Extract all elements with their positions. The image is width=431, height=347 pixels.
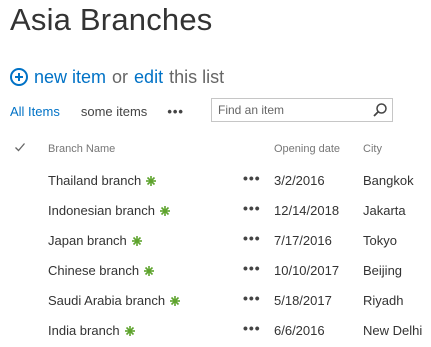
branch-name-link[interactable]: Thailand branch — [48, 173, 141, 188]
view-all-items[interactable]: All Items — [10, 104, 60, 119]
search-icon[interactable] — [372, 102, 388, 118]
branch-name-link[interactable]: Indonesian branch — [48, 203, 155, 218]
branch-name-cell: Chinese branch — [48, 263, 155, 278]
branch-name-cell: Indonesian branch — [48, 203, 170, 218]
select-all-check-icon[interactable] — [14, 141, 26, 153]
branch-name-cell: India branch — [48, 323, 135, 338]
search-box[interactable] — [211, 98, 393, 122]
opening-date-cell: 12/14/2018 — [274, 203, 340, 218]
opening-date-cell: 6/6/2016 — [274, 323, 325, 338]
city-cell: New Delhi — [363, 323, 423, 338]
column-header-opening-date[interactable]: Opening date — [274, 143, 340, 157]
city-cell: Riyadh — [363, 293, 404, 308]
list-item[interactable]: Chinese branch ••• 10/10/2017 Beijing — [0, 257, 431, 287]
item-menu-button[interactable]: ••• — [243, 260, 261, 276]
or-text: or — [112, 66, 129, 87]
opening-date-cell: 10/10/2017 — [274, 263, 340, 278]
list-item[interactable]: Thailand branch ••• 3/2/2016 Bangkok — [0, 167, 431, 197]
branch-name-link[interactable]: Japan branch — [48, 233, 127, 248]
new-item-icon — [131, 235, 142, 246]
branch-name-cell: Thailand branch — [48, 173, 157, 188]
new-item-icon — [159, 205, 170, 216]
item-menu-button[interactable]: ••• — [243, 200, 261, 216]
page-title: Asia Branches — [10, 2, 213, 37]
column-header-city[interactable]: City — [363, 143, 382, 157]
this-list-text: this list — [169, 66, 225, 87]
new-item-icon — [146, 175, 157, 186]
search-input[interactable] — [212, 99, 368, 121]
city-cell: Jakarta — [363, 203, 406, 218]
new-item-link[interactable]: new item — [34, 67, 106, 88]
item-menu-button[interactable]: ••• — [243, 170, 261, 186]
item-menu-button[interactable]: ••• — [243, 320, 261, 336]
new-item-icon — [170, 295, 181, 306]
branch-name-link[interactable]: Chinese branch — [48, 263, 139, 278]
list-item[interactable]: Indonesian branch ••• 12/14/2018 Jakarta — [0, 197, 431, 227]
opening-date-cell: 5/18/2017 — [274, 293, 332, 308]
view-some-items[interactable]: some items — [81, 104, 147, 119]
view-selector: All Items some items ••• — [10, 101, 184, 121]
list-item[interactable]: Saudi Arabia branch ••• 5/18/2017 Riyadh — [0, 287, 431, 317]
branch-name-link[interactable]: India branch — [48, 323, 120, 338]
city-cell: Beijing — [363, 263, 403, 278]
add-circle-icon[interactable] — [10, 68, 28, 86]
new-item-icon — [144, 265, 155, 276]
city-cell: Tokyo — [363, 233, 397, 248]
city-cell: Bangkok — [363, 173, 414, 188]
edit-link[interactable]: edit — [134, 67, 163, 88]
branch-name-cell: Saudi Arabia branch — [48, 293, 181, 308]
opening-date-cell: 3/2/2016 — [274, 173, 325, 188]
item-menu-button[interactable]: ••• — [243, 290, 261, 306]
new-item-icon — [124, 325, 135, 336]
column-header-branch-name[interactable]: Branch Name — [48, 143, 115, 157]
list-item[interactable]: Japan branch ••• 7/17/2016 Tokyo — [0, 227, 431, 257]
more-views-button[interactable]: ••• — [167, 104, 184, 119]
list-item[interactable]: India branch ••• 6/6/2016 New Delhi — [0, 317, 431, 347]
opening-date-cell: 7/17/2016 — [274, 233, 332, 248]
item-menu-button[interactable]: ••• — [243, 230, 261, 246]
branch-name-link[interactable]: Saudi Arabia branch — [48, 293, 165, 308]
branch-name-cell: Japan branch — [48, 233, 142, 248]
command-bar: new item or edit this list — [10, 66, 230, 88]
